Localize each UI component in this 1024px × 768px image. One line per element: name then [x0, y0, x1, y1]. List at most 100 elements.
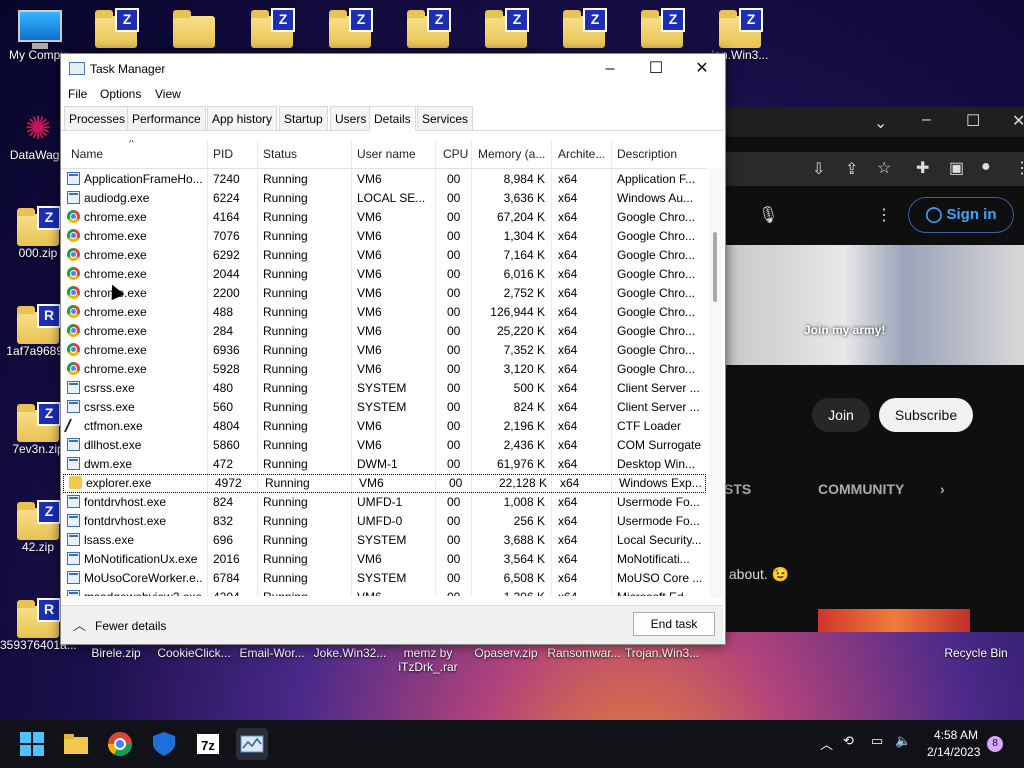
table-row[interactable]: audiodg.exe 6224 Running LOCAL SE... 00 3,636… [61, 189, 707, 208]
column-user-name[interactable]: User name [357, 147, 416, 161]
table-row[interactable]: chrome.exe 2044 Running VM6 00 6,016 K x64 Goog… [61, 265, 707, 284]
tab-details[interactable]: Details [369, 106, 416, 131]
desktop-icon-zip[interactable]: Z [624, 8, 700, 48]
table-row[interactable]: MoUsoCoreWorker.e... 6784 Running SYSTEM 00 6… [61, 569, 707, 588]
tab-posts[interactable]: STS [724, 481, 751, 497]
desktop-icon-zip[interactable]: Z [312, 8, 388, 48]
table-row[interactable]: chrome.exe 7076 Running VM6 00 1,304 K x64 Goog… [61, 227, 707, 246]
column-pid[interactable]: PID [213, 147, 233, 161]
desktop-icon-folder[interactable] [156, 8, 232, 48]
desktop-icon-joke-win32[interactable]: Joke.Win32... [312, 646, 388, 660]
desktop-icon-zip[interactable]: Z [234, 8, 310, 48]
tab-processes[interactable]: Processes [64, 106, 131, 130]
minimize-icon[interactable]: – [922, 111, 931, 129]
chevron-down-icon[interactable]: ⌄ [874, 113, 887, 133]
network-icon[interactable]: ▭ [871, 733, 883, 749]
desktop-icon-zip[interactable]: Z [468, 8, 544, 48]
7zip-icon[interactable]: 7z [192, 728, 224, 760]
star-icon[interactable]: ☆ [877, 158, 891, 178]
column-architecture[interactable]: Archite... [558, 147, 605, 161]
desktop-icon-recycle-bin[interactable]: Recycle Bin [938, 646, 1014, 660]
vertical-scrollbar[interactable] [709, 168, 723, 598]
table-row[interactable]: dwm.exe 472 Running DWM-1 00 61,976 K x64 Deskt… [61, 455, 707, 474]
table-row[interactable]: lsass.exe 696 Running SYSTEM 00 3,688 K x64 Loc… [61, 531, 707, 550]
table-row[interactable]: explorer.exe 4972 Running VM6 00 22,128 K x64 W… [63, 474, 706, 493]
video-thumbnail[interactable]: Join my army! [724, 245, 1024, 365]
tab-services[interactable]: Services [417, 106, 474, 130]
desktop-icon-birele-zip[interactable]: Birele.zip [78, 646, 154, 660]
desktop-icon-zip[interactable]: Z [78, 8, 154, 48]
chevron-right-icon[interactable]: › [940, 481, 945, 497]
install-icon[interactable]: ⇩ [812, 159, 825, 179]
menu-file[interactable]: File [68, 87, 87, 101]
desktop-icon-memz[interactable]: memz by iTzDrk_.rar [390, 646, 466, 674]
tab-users[interactable]: Users [330, 106, 372, 130]
more-icon[interactable]: ⋮ [876, 205, 892, 225]
table-row[interactable]: chrome.exe 4164 Running VM6 00 67,204 K x64 Goo… [61, 208, 707, 227]
table-row[interactable]: fontdrvhost.exe 832 Running UMFD-0 00 256 K x6… [61, 512, 707, 531]
table-row[interactable]: ApplicationFrameHo... 7240 Running VM6 00 8,9… [61, 170, 707, 189]
table-row[interactable]: MoNotificationUx.exe 2016 Running VM6 00 3,56… [61, 550, 707, 569]
defender-icon[interactable] [148, 728, 180, 760]
table-row[interactable]: csrss.exe 480 Running SYSTEM 00 500 K x64 Clien… [61, 379, 707, 398]
table-row[interactable]: dllhost.exe 5860 Running VM6 00 2,436 K x64 COM… [61, 436, 707, 455]
task-manager-icon[interactable] [236, 728, 268, 760]
table-row[interactable]: msedgewebview2.exe 4204Running VM6 00 1,396 … [61, 588, 707, 596]
start-icon[interactable] [16, 728, 48, 760]
sidebar-icon[interactable]: ▣ [949, 158, 964, 178]
tab-community[interactable]: COMMUNITY [818, 481, 904, 497]
extensions-icon[interactable]: ✚ [916, 158, 929, 178]
sign-in-button[interactable]: ◯ Sign in [908, 197, 1014, 233]
tab-performance[interactable]: Performance [127, 106, 206, 130]
end-task-button[interactable]: End task [633, 612, 715, 636]
menu-view[interactable]: View [155, 87, 181, 101]
menu-options[interactable]: Options [100, 87, 141, 101]
table-row[interactable]: chrome.exe 2200 Running VM6 00 2,752 K x64 Goog… [61, 284, 707, 303]
join-button[interactable]: Join [812, 398, 870, 432]
desktop-icon-cookieclick[interactable]: CookieClick... [156, 646, 232, 660]
table-row[interactable]: fontdrvhost.exe 824 Running UMFD-1 00 1,008 K… [61, 493, 707, 512]
table-row[interactable]: csrss.exe 560 Running SYSTEM 00 824 K x64 Clien… [61, 398, 707, 417]
clock-date[interactable]: 2/14/2023 [927, 745, 980, 759]
column-description[interactable]: Description [617, 147, 677, 161]
column-name[interactable]: Name [71, 147, 103, 161]
maximize-button[interactable]: ☐ [633, 54, 679, 84]
profile-icon[interactable]: ● [981, 158, 991, 176]
close-button[interactable]: ✕ [679, 54, 725, 84]
task-manager-titlebar[interactable]: Task Manager – ☐ ✕ [61, 54, 725, 84]
table-row[interactable]: chrome.exe 6936 Running VM6 00 7,352 K x64 Goog… [61, 341, 707, 360]
column-status[interactable]: Status [263, 147, 297, 161]
chrome-icon[interactable] [104, 728, 136, 760]
fewer-details-link[interactable]: Fewer details [95, 619, 166, 633]
table-row[interactable]: chrome.exe 5928 Running VM6 00 3,120 K x64 Goog… [61, 360, 707, 379]
menu-icon[interactable]: ⋮ [1014, 158, 1024, 178]
column-cpu[interactable]: CPU [443, 147, 468, 161]
share-icon[interactable]: ⇪ [845, 159, 858, 179]
tab-app-history[interactable]: App history [207, 106, 278, 130]
subscribe-button[interactable]: Subscribe [879, 398, 973, 432]
table-row[interactable]: chrome.exe 284 Running VM6 00 25,220 K x64 Goog… [61, 322, 707, 341]
chevron-up-icon[interactable]: ︿ [73, 615, 86, 634]
table-row[interactable]: ctfmon.exe 4804 Running VM6 00 2,196 K x64 CTF … [61, 417, 707, 436]
desktop-icon-trojan-win3-2[interactable]: Trojan.Win3... [624, 646, 700, 660]
sync-icon[interactable]: ⟲ [843, 733, 854, 749]
desktop-icon-ransomwar[interactable]: Ransomwar... [546, 646, 622, 660]
scrollbar-thumb[interactable] [713, 232, 717, 302]
table-row[interactable]: chrome.exe 488 Running VM6 00 126,944 K x64 Goo… [61, 303, 707, 322]
notification-badge[interactable]: 8 [987, 736, 1003, 752]
clock-time[interactable]: 4:58 AM [934, 728, 978, 742]
chevron-up-icon[interactable]: ︿ [820, 734, 833, 753]
file-explorer-icon[interactable] [60, 728, 92, 760]
volume-icon[interactable]: 🔈 [895, 733, 911, 749]
column-memory[interactable]: Memory (a... [478, 147, 545, 161]
mic-icon[interactable]: 🎙 [758, 205, 778, 225]
close-icon[interactable]: ✕ [1012, 111, 1024, 131]
maximize-icon[interactable]: ☐ [966, 111, 980, 131]
desktop-icon-zip[interactable]: Z [390, 8, 466, 48]
desktop-icon-email-wor[interactable]: Email-Wor... [234, 646, 310, 660]
table-row[interactable]: chrome.exe 6292 Running VM6 00 7,164 K x64 Goog… [61, 246, 707, 265]
tab-startup[interactable]: Startup [279, 106, 328, 130]
desktop-icon-opaserv-zip[interactable]: Opaserv.zip [468, 646, 544, 660]
minimize-button[interactable]: – [587, 54, 633, 84]
desktop-icon-zip[interactable]: Z [546, 8, 622, 48]
